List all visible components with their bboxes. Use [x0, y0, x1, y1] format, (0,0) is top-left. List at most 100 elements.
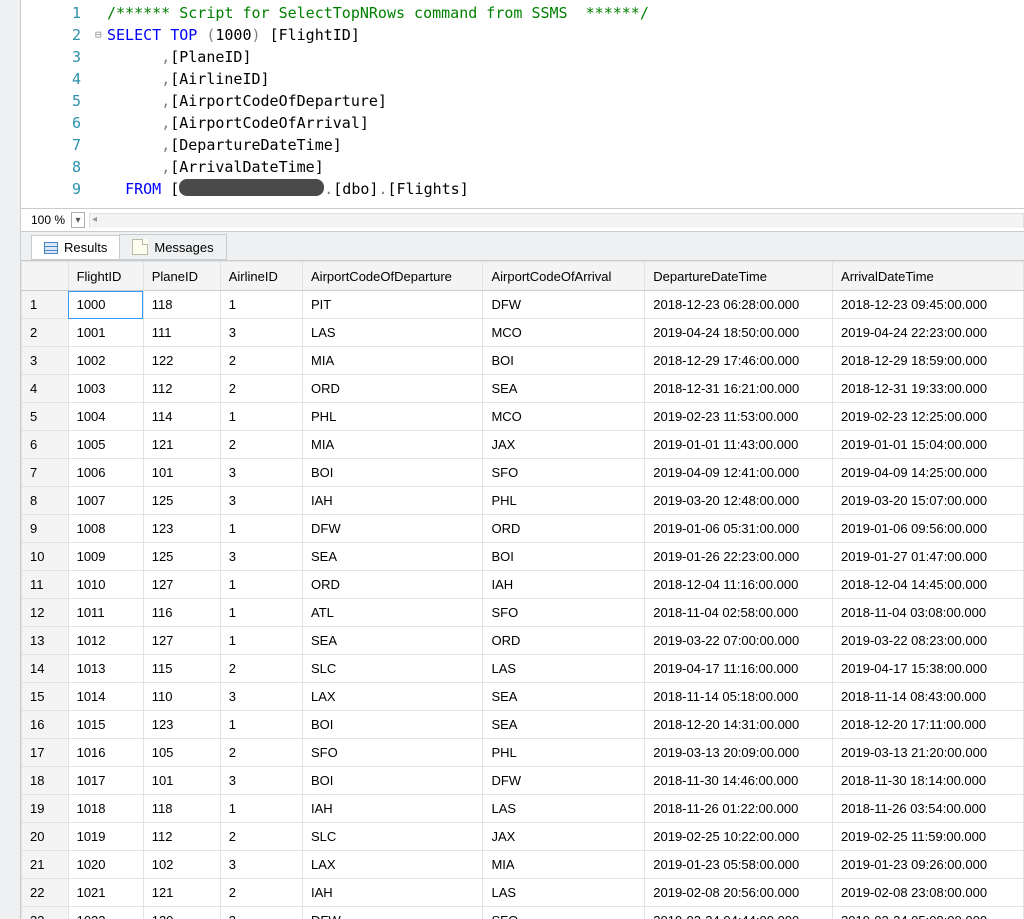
table-row[interactable]: 910081231DFWORD2019-01-06 05:31:00.00020…	[22, 515, 1024, 543]
table-row[interactable]: 1810171013BOIDFW2018-11-30 14:46:00.0002…	[22, 767, 1024, 795]
cell[interactable]: LAS	[483, 655, 645, 683]
row-header[interactable]: 20	[22, 823, 69, 851]
cell[interactable]: PHL	[483, 739, 645, 767]
cell[interactable]: SLC	[303, 823, 483, 851]
cell[interactable]: 118	[143, 291, 220, 319]
cell[interactable]: MCO	[483, 319, 645, 347]
table-row[interactable]: 510041141PHLMCO2019-02-23 11:53:00.00020…	[22, 403, 1024, 431]
cell[interactable]: ORD	[303, 571, 483, 599]
table-row[interactable]: 1610151231BOISEA2018-12-20 14:31:00.0002…	[22, 711, 1024, 739]
cell[interactable]: LAS	[303, 319, 483, 347]
cell[interactable]: 2019-02-08 23:08:00.000	[833, 879, 1024, 907]
cell[interactable]: 2	[220, 879, 302, 907]
cell[interactable]: BOI	[303, 459, 483, 487]
fold-gutter[interactable]: ⊟	[95, 2, 107, 208]
cell[interactable]: 1017	[68, 767, 143, 795]
cell[interactable]: 101	[143, 459, 220, 487]
cell[interactable]: SFO	[483, 599, 645, 627]
cell[interactable]: 125	[143, 543, 220, 571]
cell[interactable]: 2019-02-25 11:59:00.000	[833, 823, 1024, 851]
cell[interactable]: 112	[143, 375, 220, 403]
row-header[interactable]: 5	[22, 403, 69, 431]
cell[interactable]: 1018	[68, 795, 143, 823]
cell[interactable]: 2018-12-29 18:59:00.000	[833, 347, 1024, 375]
cell[interactable]: 3	[220, 543, 302, 571]
cell[interactable]: 1006	[68, 459, 143, 487]
cell[interactable]: 3	[220, 683, 302, 711]
cell[interactable]: IAH	[303, 795, 483, 823]
table-row[interactable]: 710061013BOISFO2019-04-09 12:41:00.00020…	[22, 459, 1024, 487]
cell[interactable]: 115	[143, 655, 220, 683]
cell[interactable]: 2018-12-04 11:16:00.000	[645, 571, 833, 599]
cell[interactable]: 2018-11-30 14:46:00.000	[645, 767, 833, 795]
cell[interactable]: 127	[143, 571, 220, 599]
cell[interactable]: ORD	[483, 627, 645, 655]
cell[interactable]: 110	[143, 683, 220, 711]
cell[interactable]: 2018-12-29 17:46:00.000	[645, 347, 833, 375]
table-row[interactable]: 1910181181IAHLAS2018-11-26 01:22:00.0002…	[22, 795, 1024, 823]
cell[interactable]: IAH	[303, 879, 483, 907]
cell[interactable]: 2019-01-06 05:31:00.000	[645, 515, 833, 543]
cell[interactable]: JAX	[483, 431, 645, 459]
cell[interactable]: LAS	[483, 879, 645, 907]
horizontal-scroll-track[interactable]: ◂	[89, 213, 1024, 228]
cell[interactable]: 1014	[68, 683, 143, 711]
row-header[interactable]: 2	[22, 319, 69, 347]
cell[interactable]: 2019-03-22 07:00:00.000	[645, 627, 833, 655]
cell[interactable]: 1022	[68, 907, 143, 919]
cell[interactable]: 2019-03-13 21:20:00.000	[833, 739, 1024, 767]
cell[interactable]: 3	[220, 767, 302, 795]
cell[interactable]: 1001	[68, 319, 143, 347]
cell[interactable]: 1004	[68, 403, 143, 431]
cell[interactable]: 2019-03-20 15:07:00.000	[833, 487, 1024, 515]
cell[interactable]: 2	[220, 347, 302, 375]
cell[interactable]: 2019-04-24 18:50:00.000	[645, 319, 833, 347]
cell[interactable]: 2	[220, 431, 302, 459]
cell[interactable]: 2019-02-24 04:44:00.000	[645, 907, 833, 919]
cell[interactable]: 2019-02-23 12:25:00.000	[833, 403, 1024, 431]
cell[interactable]: 3	[220, 319, 302, 347]
cell[interactable]: 1	[220, 515, 302, 543]
cell[interactable]: 1003	[68, 375, 143, 403]
results-grid[interactable]: FlightIDPlaneIDAirlineIDAirportCodeOfDep…	[21, 261, 1024, 919]
cell[interactable]: 1009	[68, 543, 143, 571]
table-row[interactable]: 1310121271SEAORD2019-03-22 07:00:00.0002…	[22, 627, 1024, 655]
cell[interactable]: 116	[143, 599, 220, 627]
sql-editor[interactable]: 123456789 ⊟ /****** Script for SelectTop…	[21, 0, 1024, 209]
cell[interactable]: 121	[143, 879, 220, 907]
cell[interactable]: 2018-11-26 03:54:00.000	[833, 795, 1024, 823]
zoom-level[interactable]: 100 %	[21, 213, 71, 227]
table-row[interactable]: 610051212MIAJAX2019-01-01 11:43:00.00020…	[22, 431, 1024, 459]
cell[interactable]: 1	[220, 627, 302, 655]
table-row[interactable]: 1110101271ORDIAH2018-12-04 11:16:00.0002…	[22, 571, 1024, 599]
tab-messages[interactable]: Messages	[119, 234, 226, 260]
cell[interactable]: 2018-12-20 14:31:00.000	[645, 711, 833, 739]
cell[interactable]: DFW	[483, 291, 645, 319]
cell[interactable]: 1019	[68, 823, 143, 851]
zoom-dropdown-icon[interactable]: ▾	[71, 212, 85, 228]
cell[interactable]: 1013	[68, 655, 143, 683]
cell[interactable]: LAS	[483, 795, 645, 823]
cell[interactable]: SEA	[483, 711, 645, 739]
cell[interactable]: 105	[143, 739, 220, 767]
row-header-corner[interactable]	[22, 262, 69, 291]
cell[interactable]: 2018-12-31 19:33:00.000	[833, 375, 1024, 403]
cell[interactable]: 2019-04-24 22:23:00.000	[833, 319, 1024, 347]
cell[interactable]: 114	[143, 403, 220, 431]
cell[interactable]: LAX	[303, 851, 483, 879]
column-header-arrivaldatetime[interactable]: ArrivalDateTime	[833, 262, 1024, 291]
code-area[interactable]: /****** Script for SelectTopNRows comman…	[107, 2, 1024, 208]
cell[interactable]: 2019-01-06 09:56:00.000	[833, 515, 1024, 543]
cell[interactable]: 112	[143, 823, 220, 851]
cell[interactable]: 1021	[68, 879, 143, 907]
table-row[interactable]: 1210111161ATLSFO2018-11-04 02:58:00.0002…	[22, 599, 1024, 627]
cell[interactable]: 2	[220, 655, 302, 683]
cell[interactable]: 1015	[68, 711, 143, 739]
cell[interactable]: MIA	[303, 347, 483, 375]
row-header[interactable]: 12	[22, 599, 69, 627]
row-header[interactable]: 9	[22, 515, 69, 543]
cell[interactable]: 1008	[68, 515, 143, 543]
table-row[interactable]: 210011113LASMCO2019-04-24 18:50:00.00020…	[22, 319, 1024, 347]
cell[interactable]: 2019-01-27 01:47:00.000	[833, 543, 1024, 571]
cell[interactable]: 1	[220, 711, 302, 739]
